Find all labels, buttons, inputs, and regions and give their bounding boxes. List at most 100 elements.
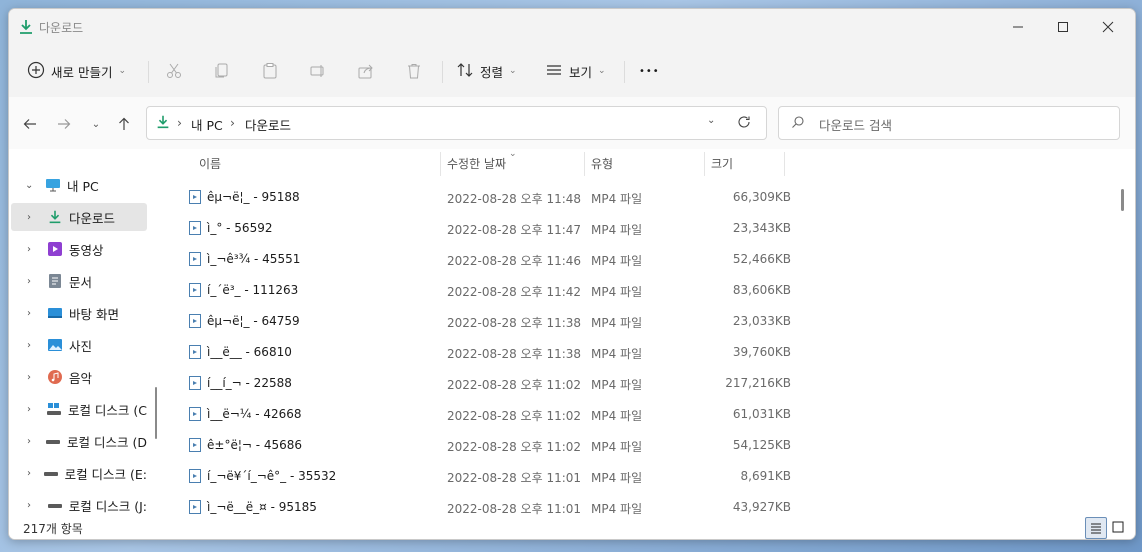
sidebar-item-my-pc[interactable]: ⌄ 내 PC (11, 171, 147, 199)
system-drive-icon (46, 401, 62, 417)
file-size: 54,125KB (732, 438, 791, 452)
drive-icon (47, 497, 63, 513)
large-icons-view-icon[interactable] (1108, 517, 1128, 537)
file-row[interactable]: ì_¬ë__ë_¤ - 95185 2022-08-28 오후 11:01 MP… (159, 492, 799, 517)
download-icon (155, 114, 171, 133)
breadcrumb-downloads[interactable]: 다운로드 (245, 115, 291, 134)
file-row[interactable]: í__í_¬ - 22588 2022-08-28 오후 11:02 MP4 파… (159, 368, 799, 399)
file-row[interactable]: ì__ë¬¼ - 42668 2022-08-28 오후 11:02 MP4 파… (159, 399, 799, 430)
column-header-date[interactable]: 수정한 날짜 (447, 149, 506, 177)
expander-icon[interactable]: › (27, 276, 41, 287)
back-arrow-icon[interactable] (19, 113, 41, 135)
expander-icon[interactable]: › (27, 436, 39, 447)
forward-arrow-icon[interactable] (53, 113, 75, 135)
file-name: êµ¬ë¦_ - 64759 (207, 314, 300, 328)
address-bar[interactable]: › 내 PC › 다운로드 ⌄ (146, 106, 767, 140)
expander-icon[interactable]: › (27, 340, 41, 351)
sidebar-item-label: 바탕 화면 (69, 306, 119, 322)
column-divider[interactable] (440, 152, 441, 176)
sidebar-item-local-disk-c[interactable]: › 로컬 디스크 (C (11, 395, 147, 423)
up-arrow-icon[interactable] (113, 113, 135, 135)
expander-icon[interactable]: › (27, 372, 41, 383)
file-row[interactable]: í_´ë³_ - 111263 2022-08-28 오후 11:42 MP4 … (159, 275, 799, 306)
file-row[interactable]: ì_° - 56592 2022-08-28 오후 11:47 MP4 파일 2… (159, 213, 799, 244)
share-icon[interactable] (354, 59, 378, 83)
sort-label: 정렬 (480, 64, 504, 80)
rename-icon[interactable] (306, 59, 330, 83)
breadcrumb-separator-icon: › (230, 115, 235, 130)
expander-icon[interactable]: › (27, 212, 41, 223)
file-type: MP4 파일 (591, 440, 643, 454)
status-bar: 217개 항목 (9, 517, 1135, 539)
file-name: ì__ë¬¼ - 42668 (207, 407, 302, 421)
file-row[interactable]: ê±°ë¦¬ - 45686 2022-08-28 오후 11:02 MP4 파… (159, 430, 799, 461)
file-date: 2022-08-28 오후 11:46 (447, 254, 582, 268)
breadcrumb-my-pc[interactable]: 내 PC (191, 115, 223, 134)
expander-icon[interactable]: › (27, 468, 37, 479)
file-name: ì_¬ê³¾ - 45551 (207, 252, 301, 266)
view-button[interactable]: 보기 ⌄ (545, 59, 606, 83)
column-divider[interactable] (704, 152, 705, 176)
expander-icon[interactable]: › (27, 308, 41, 319)
address-history-chevron-icon[interactable]: ⌄ (707, 115, 715, 126)
toolbar-divider (624, 61, 625, 83)
sidebar-item-desktop[interactable]: › 바탕 화면 (11, 299, 147, 327)
sort-button[interactable]: 정렬 ⌄ (456, 59, 517, 83)
expander-icon[interactable]: › (27, 244, 41, 255)
file-type: MP4 파일 (591, 409, 643, 423)
minimize-button[interactable] (995, 9, 1041, 45)
file-row[interactable]: ì__ë__ - 66810 2022-08-28 오후 11:38 MP4 파… (159, 337, 799, 368)
file-row[interactable]: í_¬ë¥´í_¬ê°_ - 35532 2022-08-28 오후 11:01… (159, 461, 799, 492)
sidebar-item-videos[interactable]: › 동영상 (11, 235, 147, 263)
expander-icon[interactable]: ⌄ (25, 180, 39, 191)
sidebar-item-label: 사진 (69, 338, 93, 354)
sidebar-item-music[interactable]: › 음악 (11, 363, 147, 391)
file-list-scrollbar[interactable] (1121, 189, 1124, 211)
title-bar: 다운로드 (9, 9, 1135, 45)
copy-icon[interactable] (210, 59, 234, 83)
sidebar-scrollbar[interactable] (155, 387, 157, 439)
video-file-icon (189, 500, 201, 514)
cut-icon[interactable] (162, 59, 186, 83)
desktop-icon (47, 305, 63, 321)
recent-locations-chevron-icon[interactable]: ⌄ (85, 113, 107, 135)
search-input[interactable]: 다운로드 검색 (778, 106, 1120, 140)
column-header-size[interactable]: 크기 (711, 149, 733, 177)
sidebar-item-downloads[interactable]: › 다운로드 (11, 203, 147, 231)
sidebar-item-pictures[interactable]: › 사진 (11, 331, 147, 359)
sidebar-item-local-disk-d[interactable]: › 로컬 디스크 (D (11, 427, 147, 455)
maximize-button[interactable] (1040, 9, 1086, 45)
new-label: 새로 만들기 (51, 64, 113, 80)
video-file-icon (189, 221, 201, 235)
column-header-name[interactable]: 이름 (199, 149, 221, 177)
view-label: 보기 (569, 64, 593, 80)
column-divider[interactable] (784, 152, 785, 176)
refresh-icon[interactable] (737, 115, 751, 132)
file-explorer-window: 다운로드 새로 만들기 ⌄ 정렬 ⌄ 보기 ⌄ ••• ⌄ › 내 PC › 다… (8, 8, 1136, 540)
paste-icon[interactable] (258, 59, 282, 83)
expander-icon[interactable]: › (27, 404, 40, 415)
details-view-icon[interactable] (1085, 517, 1107, 539)
file-size: 83,606KB (732, 283, 791, 297)
file-type: MP4 파일 (591, 471, 643, 485)
column-header-type[interactable]: 유형 (591, 149, 613, 177)
expander-icon[interactable]: › (27, 500, 41, 511)
file-date: 2022-08-28 오후 11:01 (447, 471, 582, 485)
sort-icon (456, 61, 474, 82)
chevron-down-icon: ⌄ (509, 66, 517, 76)
new-button[interactable]: 새로 만들기 ⌄ (27, 59, 126, 83)
file-row[interactable]: êµ¬ë¦_ - 64759 2022-08-28 오후 11:38 MP4 파… (159, 306, 799, 337)
sidebar-item-local-disk-j[interactable]: › 로컬 디스크 (J: (11, 491, 147, 517)
sidebar-item-local-disk-e[interactable]: › 로컬 디스크 (E: (11, 459, 147, 487)
sidebar-item-documents[interactable]: › 문서 (11, 267, 147, 295)
drive-icon (43, 465, 59, 481)
file-row[interactable]: êµ¬ë¦_ - 95188 2022-08-28 오후 11:48 MP4 파… (159, 182, 799, 213)
close-button[interactable] (1085, 9, 1131, 45)
file-name: í__í_¬ - 22588 (207, 376, 292, 390)
column-divider[interactable] (584, 152, 585, 176)
more-options-button[interactable]: ••• (639, 59, 660, 83)
delete-icon[interactable] (402, 59, 426, 83)
file-name: í_¬ë¥´í_¬ê°_ - 35532 (207, 469, 337, 483)
file-row[interactable]: ì_¬ê³¾ - 45551 2022-08-28 오후 11:46 MP4 파… (159, 244, 799, 275)
command-bar: 새로 만들기 ⌄ 정렬 ⌄ 보기 ⌄ ••• (9, 45, 1135, 98)
